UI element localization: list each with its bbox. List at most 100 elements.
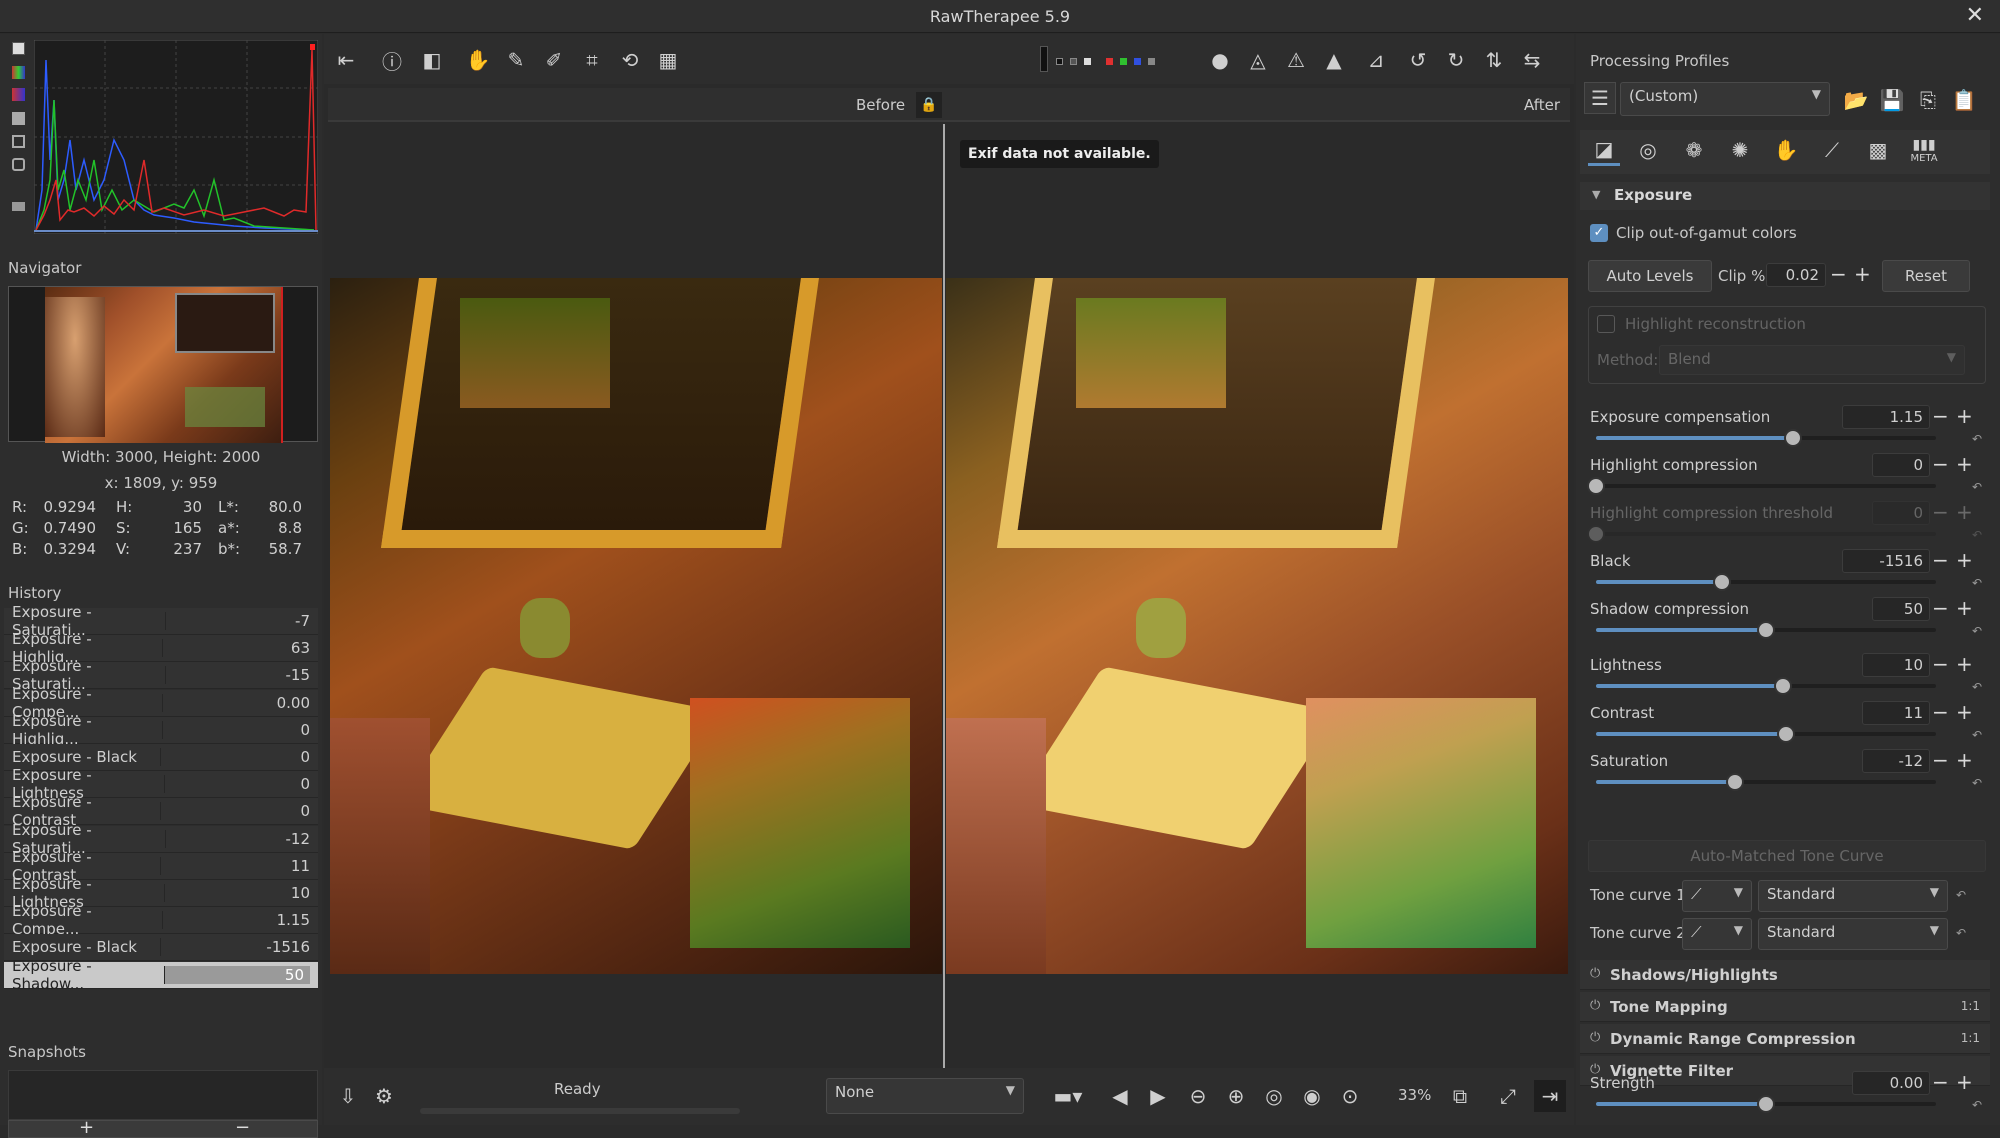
contrast-value[interactable]: 11 xyxy=(1862,701,1930,725)
paste-profile-icon[interactable]: 📋 xyxy=(1948,84,1980,116)
black-plus[interactable]: + xyxy=(1956,548,1973,572)
exposure-compensation-track[interactable] xyxy=(1596,429,1936,447)
power-icon[interactable]: ⏻ xyxy=(1590,998,1600,1013)
histogram-bar-icon[interactable] xyxy=(12,158,25,171)
histogram-chroma-icon[interactable] xyxy=(12,135,25,148)
exposure-compensation-plus[interactable]: + xyxy=(1956,404,1973,428)
fullscreen-icon[interactable]: ⤢ xyxy=(1492,1080,1524,1112)
lightness-minus[interactable]: − xyxy=(1932,652,1949,676)
highlight-compression-reset-icon[interactable]: ↶ xyxy=(1972,480,1982,494)
collapse-right-icon[interactable]: ⇥ xyxy=(1534,1080,1566,1112)
histogram-toggle-icon[interactable]: ⊿ xyxy=(1360,44,1392,76)
drc-section[interactable]: ⏻ Dynamic Range Compression 1:1 xyxy=(1580,1024,1990,1054)
lightness-handle[interactable] xyxy=(1774,677,1792,695)
lightness-track[interactable] xyxy=(1596,677,1936,695)
tone-curve-1-mode[interactable]: Standard ▼ xyxy=(1758,880,1948,912)
highlight-compression-value[interactable]: 0 xyxy=(1872,453,1930,477)
new-window-icon[interactable]: ⧉ xyxy=(1444,1080,1476,1112)
exposure-compensation-minus[interactable]: − xyxy=(1932,404,1949,428)
highlight-compression-minus[interactable]: − xyxy=(1932,452,1949,476)
vignette-strength-value[interactable]: 0.00 xyxy=(1852,1071,1930,1095)
info-icon[interactable]: ⓘ xyxy=(376,44,408,76)
save-profile-icon[interactable]: 💾 xyxy=(1876,84,1908,116)
exposure-compensation-reset-icon[interactable]: ↶ xyxy=(1972,432,1982,446)
highlight-compression-plus[interactable]: + xyxy=(1956,452,1973,476)
black-minus[interactable]: − xyxy=(1932,548,1949,572)
split-divider[interactable] xyxy=(943,124,945,1104)
open-profile-icon[interactable]: 📂 xyxy=(1840,84,1872,116)
tone-curve-1-reset-icon[interactable]: ↶ xyxy=(1956,888,1966,902)
black-reset-icon[interactable]: ↶ xyxy=(1972,576,1982,590)
bg-black-icon[interactable] xyxy=(1040,46,1048,72)
color-picker-icon[interactable]: ✐ xyxy=(538,44,570,76)
contrast-reset-icon[interactable]: ↶ xyxy=(1972,728,1982,742)
preview-select[interactable]: None ▼ xyxy=(826,1078,1024,1114)
zoom-100-icon[interactable]: ◎ xyxy=(1258,1080,1290,1112)
warning-outline-icon[interactable]: ⚠ xyxy=(1280,44,1312,76)
black-handle[interactable] xyxy=(1712,573,1731,591)
lock-icon[interactable]: 🔒 xyxy=(916,92,942,118)
exposure-compensation-handle[interactable] xyxy=(1784,429,1803,447)
highlight-compression-threshold-plus[interactable]: + xyxy=(1956,500,1973,524)
tab-local-icon[interactable]: ✋ xyxy=(1770,134,1802,166)
saturation-plus[interactable]: + xyxy=(1956,748,1973,772)
white-balance-picker-icon[interactable]: ✎ xyxy=(500,44,532,76)
tab-raw-icon[interactable]: ▩ xyxy=(1862,134,1894,166)
save-image-icon[interactable]: ⇩ xyxy=(332,1080,364,1112)
red-channel-icon[interactable] xyxy=(1106,58,1113,65)
contrast-plus[interactable]: + xyxy=(1956,700,1973,724)
saturation-value[interactable]: -12 xyxy=(1862,749,1930,773)
clip-gamut-checkbox[interactable]: ✓ xyxy=(1590,224,1608,242)
copy-profile-icon[interactable]: ⎘ xyxy=(1912,84,1944,116)
contrast-handle[interactable] xyxy=(1777,725,1796,743)
saturation-reset-icon[interactable]: ↶ xyxy=(1972,776,1982,790)
focus-mask-icon[interactable]: ● xyxy=(1204,44,1236,76)
history-list[interactable]: Exposure - Saturati... -7 Exposure - Highl… xyxy=(0,603,322,1020)
tab-color-icon[interactable]: ❁ xyxy=(1678,134,1710,166)
history-item[interactable]: Exposure - Highlig... 0 xyxy=(4,712,318,748)
histogram-channel-icon[interactable] xyxy=(12,88,25,101)
navigator-preview[interactable] xyxy=(8,286,318,443)
rotate-right-icon[interactable]: ↻ xyxy=(1440,44,1472,76)
profile-list-icon[interactable]: ☰ xyxy=(1584,82,1616,114)
after-image[interactable] xyxy=(946,278,1568,974)
histogram-rgb-icon[interactable] xyxy=(12,66,25,79)
shadow-compression-value[interactable]: 50 xyxy=(1872,597,1930,621)
histogram-scale-icon[interactable] xyxy=(12,202,25,211)
shadow-compression-reset-icon[interactable]: ↶ xyxy=(1972,624,1982,638)
vignette-strength-minus[interactable]: − xyxy=(1932,1070,1949,1094)
exposure-header[interactable]: ▼ Exposure xyxy=(1580,182,1990,210)
shadow-compression-handle[interactable] xyxy=(1757,621,1775,639)
highlight-compression-threshold-reset-icon[interactable]: ↶ xyxy=(1972,528,1982,542)
lightness-reset-icon[interactable]: ↶ xyxy=(1972,680,1982,694)
highlight-compression-handle[interactable] xyxy=(1587,477,1605,495)
vignette-strength-handle[interactable] xyxy=(1757,1095,1775,1113)
prev-image-icon[interactable]: ◀ xyxy=(1104,1080,1136,1112)
bg-grey-icon[interactable] xyxy=(1056,58,1063,65)
lightness-value[interactable]: 10 xyxy=(1862,653,1930,677)
highlight-compression-threshold-track[interactable] xyxy=(1587,525,1936,543)
clip-pct-plus[interactable]: + xyxy=(1854,262,1871,286)
perspective-icon[interactable]: ▦ xyxy=(652,44,684,76)
tone-curve-1-type[interactable]: ⟋ ▼ xyxy=(1682,880,1752,912)
tab-detail-icon[interactable]: ◎ xyxy=(1632,134,1664,166)
close-icon[interactable]: ✕ xyxy=(1966,3,1984,28)
tab-advanced-icon[interactable]: ✺ xyxy=(1724,134,1756,166)
collapse-left-icon[interactable]: ⇤ xyxy=(330,44,362,76)
histogram-luma-icon[interactable] xyxy=(12,112,25,125)
contrast-minus[interactable]: − xyxy=(1932,700,1949,724)
before-after-icon[interactable]: ◧ xyxy=(416,44,448,76)
profile-select-icon[interactable]: ▬▾ xyxy=(1044,1080,1092,1112)
vignette-strength-reset-icon[interactable]: ↶ xyxy=(1972,1098,1982,1112)
warning-filled-icon[interactable]: ▲ xyxy=(1318,44,1350,76)
flip-vertical-icon[interactable]: ⇅ xyxy=(1478,44,1510,76)
lightness-plus[interactable]: + xyxy=(1956,652,1973,676)
power-icon[interactable]: ⏻ xyxy=(1590,1030,1600,1045)
zoom-fill-icon[interactable]: ⊙ xyxy=(1334,1080,1366,1112)
clip-pct-value[interactable]: 0.02 xyxy=(1766,263,1826,287)
bg-mid-icon[interactable] xyxy=(1070,58,1077,65)
power-icon[interactable]: ⏻ xyxy=(1590,966,1600,981)
queue-icon[interactable]: ⚙ xyxy=(368,1080,400,1112)
shadows-highlights-section[interactable]: ⏻ Shadows/Highlights xyxy=(1580,960,1990,990)
zoom-fit-icon[interactable]: ◉ xyxy=(1296,1080,1328,1112)
